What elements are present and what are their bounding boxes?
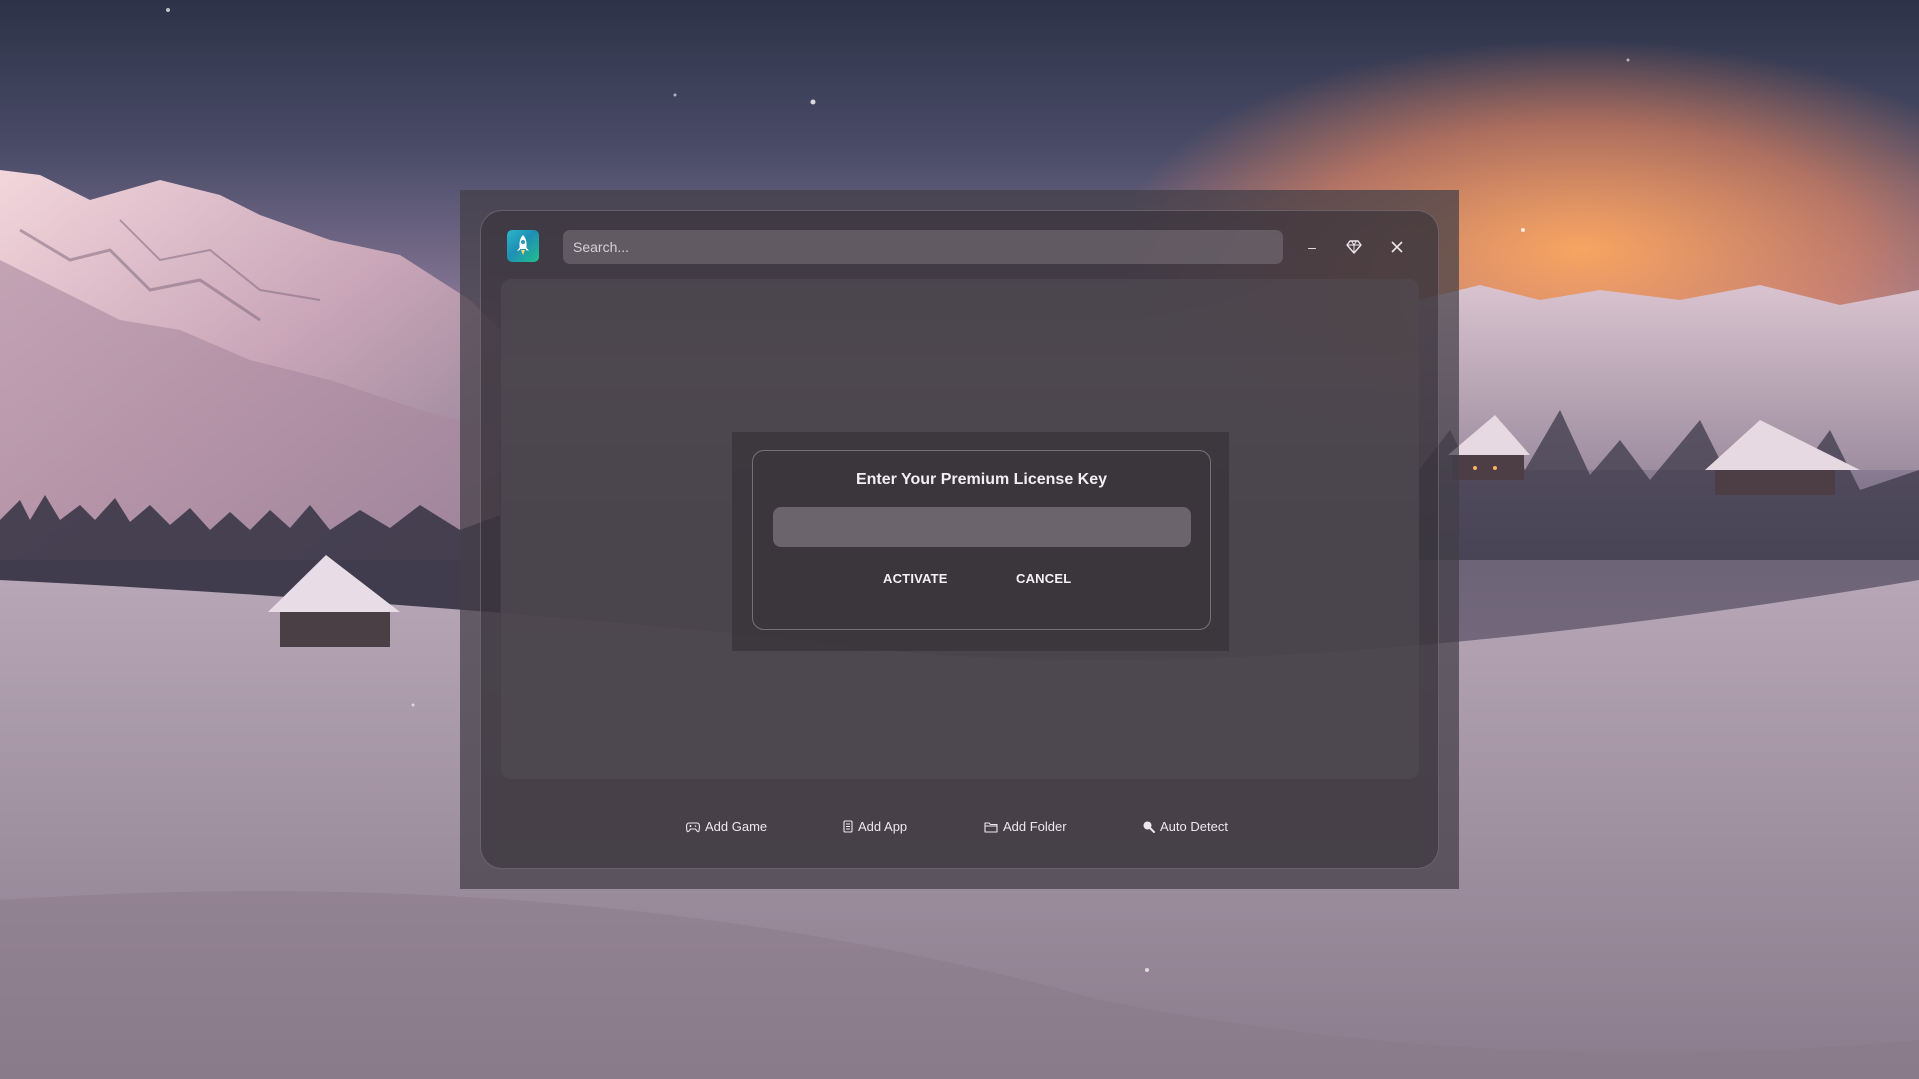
app-frame: – Enter Your Premium License Key ACTI (480, 210, 1439, 869)
add-folder-label: Add Folder (1003, 819, 1067, 834)
magnifier-icon (1143, 821, 1155, 833)
cancel-button[interactable]: CANCEL (1016, 571, 1071, 586)
add-game-label: Add Game (705, 819, 768, 834)
add-game-button[interactable]: Add Game (686, 819, 767, 834)
add-app-button[interactable]: Add App (843, 819, 907, 834)
auto-detect-label: Auto Detect (1160, 819, 1228, 834)
minimize-button[interactable]: – (1298, 233, 1326, 261)
add-folder-button[interactable]: Add Folder (984, 819, 1067, 834)
license-key-dialog: Enter Your Premium License Key ACTIVATE … (752, 450, 1211, 630)
license-key-input[interactable] (773, 507, 1191, 547)
add-app-label: Add App (858, 819, 908, 834)
premium-button[interactable] (1340, 233, 1368, 261)
auto-detect-button[interactable]: Auto Detect (1142, 819, 1228, 834)
app-window: – Enter Your Premium License Key ACTI (460, 190, 1459, 889)
folder-icon (984, 821, 998, 833)
desktop: – Enter Your Premium License Key ACTI (0, 0, 1919, 1079)
minimize-label: – (1308, 239, 1316, 255)
rocket-icon[interactable] (507, 230, 539, 262)
close-icon (1391, 241, 1403, 253)
app-icon (843, 820, 853, 833)
bottom-toolbar: Add Game Add App Add Folder Auto Detect (481, 819, 1440, 839)
diamond-icon (1346, 240, 1362, 254)
dialog-title: Enter Your Premium License Key (855, 471, 1108, 488)
gamepad-icon (686, 821, 700, 832)
search-input[interactable] (563, 230, 1283, 264)
library-content-area: Enter Your Premium License Key ACTIVATE … (501, 279, 1419, 779)
close-button[interactable] (1383, 233, 1411, 261)
activate-button[interactable]: ACTIVATE (883, 571, 948, 586)
